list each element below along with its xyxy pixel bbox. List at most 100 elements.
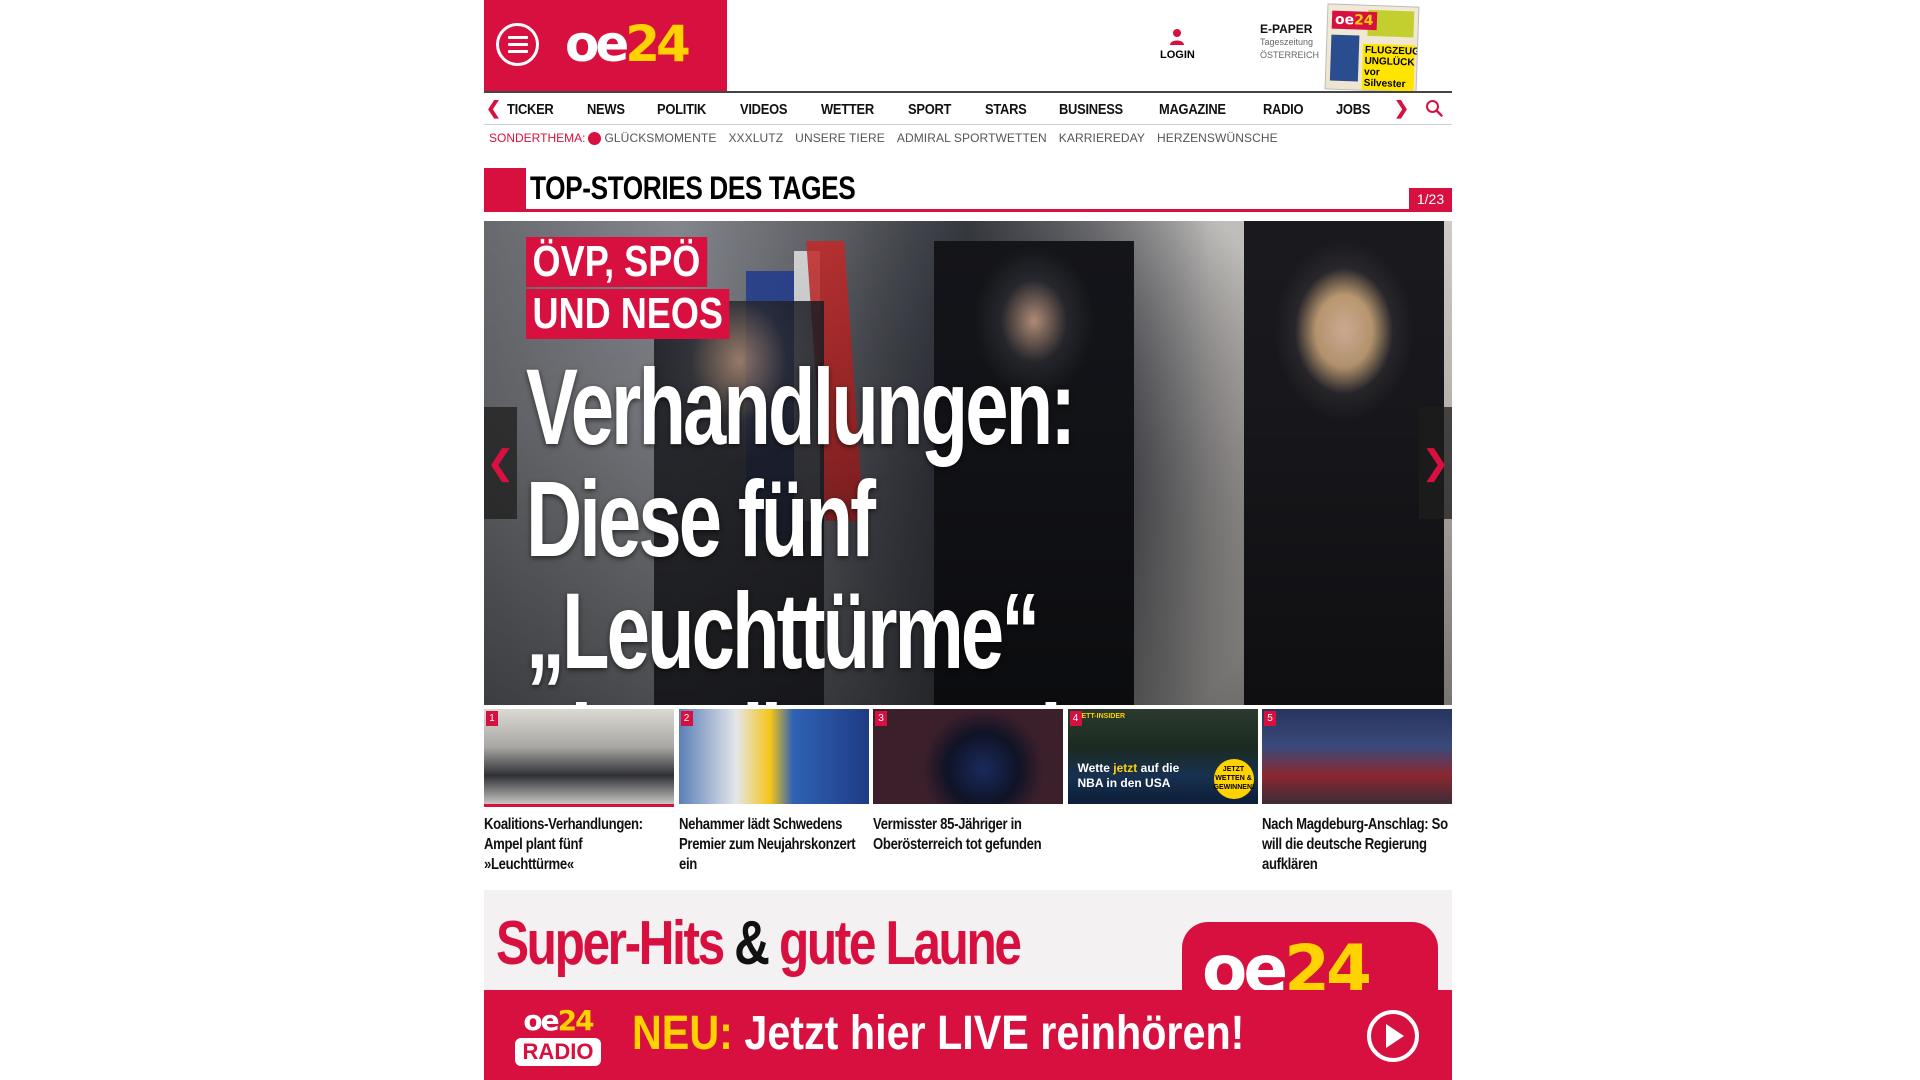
special-topic-link[interactable]: ADMIRAL SPORTWETTEN (897, 131, 1047, 145)
hero-kicker: ÖVP, SPÖ UND NEOS (526, 237, 774, 341)
logo-box: oe24 (484, 0, 727, 91)
nav-item-videos[interactable]: VIDEOS (740, 101, 787, 118)
thumbnail-image: 2 (678, 709, 869, 804)
cover-image-block (1329, 34, 1360, 82)
hero-kicker-line: ÖVP, SPÖ (526, 237, 707, 287)
ad-cta-text: NEU: Jetzt hier LIVE reinhören! (632, 1006, 1244, 1061)
hero-headline-line: Diese fünf „Leuchttürme“ (526, 458, 1040, 691)
epaper-subtitle-2: ÖSTERREICH (1260, 50, 1320, 60)
special-topic-link[interactable]: XXXLUTZ (728, 131, 783, 145)
slide-counter: 1/23 (1409, 188, 1452, 210)
special-topic-link[interactable]: KARRIEREDAY (1059, 131, 1145, 145)
thumbnail-number: 1 (486, 711, 498, 726)
play-icon (1386, 1024, 1404, 1048)
nav-scroll-right-icon[interactable]: ❯ (1394, 98, 1409, 119)
thumbnail-caption: Nach Magdeburg-Anschlag: So will die deu… (1262, 816, 1448, 873)
logo-main-text: oe (565, 15, 629, 73)
search-icon[interactable] (1425, 99, 1443, 117)
epaper-cover-thumbnail[interactable]: oe24 FLUGZEUG-UNGLÜCK vor Silvester (1324, 3, 1420, 93)
site-logo[interactable]: oe24 (565, 14, 691, 74)
epaper-link[interactable]: E-PAPER Tageszeitung ÖSTERREICH (1260, 22, 1330, 62)
ad-headline: Super-Hits & gute Laune (496, 908, 1022, 979)
thumbnail-caption: Koalitions-Verhandlungen: Ampel plant fü… (484, 816, 643, 873)
ad-text-part: NBA in den USA (1077, 776, 1171, 790)
hamburger-menu-button[interactable] (496, 23, 539, 66)
page: oe24 LOGIN E-PAPER Tageszeitung ÖSTERREI… (0, 0, 1920, 1080)
radio-ad-banner[interactable]: Super-Hits & gute Laune oe24 oe24 RADIO … (484, 890, 1452, 1080)
ad-tag: ETT-INSIDER (1081, 713, 1126, 720)
special-topic-link[interactable]: HERZENSWÜNSCHE (1157, 131, 1278, 145)
ad-headline-amp: & (734, 909, 770, 978)
nav-item-politik[interactable]: POLITIK (657, 101, 706, 118)
thumbnail-number: 3 (875, 711, 887, 726)
ad-text-part: Wette (1077, 761, 1110, 775)
ad-headline-part: gute Laune (778, 909, 1022, 978)
nav-item-radio[interactable]: RADIO (1263, 101, 1304, 118)
ad-cta-bar[interactable]: oe24 RADIO NEU: Jetzt hier LIVE reinhöre… (484, 990, 1452, 1080)
radio-logo-label: RADIO (515, 1038, 601, 1066)
story-thumbnail-ad[interactable]: 4 ETT-INSIDER Wette jetzt auf die NBA in… (1067, 709, 1258, 879)
epaper-subtitle-1: Tageszeitung (1260, 37, 1314, 47)
story-thumbnail[interactable]: 1 Koalitions-Verhandlungen: Ampel plant … (484, 709, 674, 879)
nav-item-magazine[interactable]: MAGAZINE (1159, 101, 1226, 118)
ad-badge: JETZT WETTEN & GEWINNEN! (1213, 759, 1254, 799)
thumbnail-image: 5 (1262, 709, 1452, 804)
lucky-clover-icon (588, 131, 602, 145)
story-thumbnail[interactable]: 5 Nach Magdeburg-Anschlag: So will die d… (1262, 709, 1452, 879)
special-topics-label: SONDERTHEMA: (489, 131, 586, 145)
ad-cta-message: Jetzt hier LIVE reinhören! (744, 1007, 1245, 1060)
radio-logo-main: oe (523, 1004, 559, 1037)
thumbnail-image: 1 (484, 709, 674, 804)
thumbnail-number: 2 (680, 711, 693, 726)
hero-headline-line: plant die Ampel jetzt (526, 687, 1217, 706)
nav-items: TICKER NEWS POLITIK VIDEOS WETTER SPORT … (507, 93, 1401, 125)
radio-logo-top: oe24 (512, 1006, 604, 1036)
site-header: oe24 LOGIN E-PAPER Tageszeitung ÖSTERREI… (484, 0, 1452, 93)
nav-scroll-left-icon[interactable]: ❮ (486, 98, 501, 119)
ad-headline-part: Super-Hits (496, 909, 725, 978)
thumbnail-number: 4 (1069, 711, 1082, 726)
cover-logo: oe24 (1331, 10, 1377, 31)
menu-line-icon (507, 50, 528, 53)
story-thumbnails: 1 Koalitions-Verhandlungen: Ampel plant … (484, 709, 1452, 879)
nav-item-jobs[interactable]: JOBS (1336, 101, 1370, 118)
section-marker (484, 168, 526, 212)
hero-headline[interactable]: Verhandlungen: Diese fünf „Leuchttürme“ … (526, 346, 1217, 706)
top-stories-header: TOP-STORIES DES TAGES 1/23 (484, 168, 1452, 212)
special-topic-link[interactable]: UNSERE TIERE (795, 131, 885, 145)
thumbnail-caption: Nehammer lädt Schwedens Premier zum Neuj… (678, 816, 856, 873)
user-icon (1170, 29, 1184, 45)
nav-item-wetter[interactable]: WETTER (821, 101, 874, 118)
thumbnail-caption: Vermisster 85-Jähriger in Oberösterreich… (873, 816, 1042, 853)
nav-item-sport[interactable]: SPORT (908, 101, 951, 118)
login-button[interactable]: LOGIN (1160, 28, 1195, 61)
ad-text-part: auf die (1140, 761, 1180, 775)
radio-logo: oe24 RADIO (512, 1006, 604, 1072)
special-topic-link[interactable]: GLÜCKSMOMENTE (604, 131, 716, 145)
hero-headline-line: Verhandlungen: (526, 346, 1076, 467)
slider-prev-button[interactable]: ❮ (484, 407, 517, 519)
active-indicator (484, 804, 674, 807)
login-label: LOGIN (1160, 49, 1195, 61)
story-thumbnail[interactable]: 2 Nehammer lädt Schwedens Premier zum Ne… (678, 709, 869, 879)
nav-item-stars[interactable]: STARS (985, 101, 1027, 118)
menu-line-icon (507, 36, 528, 39)
menu-line-icon (507, 43, 528, 46)
story-thumbnail[interactable]: 3 Vermisster 85-Jähriger in Oberösterrei… (873, 709, 1063, 879)
radio-logo-number: 24 (557, 1004, 595, 1037)
thumbnail-image: 3 (873, 709, 1063, 804)
epaper-title: E-PAPER (1260, 22, 1313, 36)
hero-slide[interactable]: ÖVP, SPÖ UND NEOS Verhandlungen: Diese f… (484, 221, 1452, 705)
nav-item-news[interactable]: NEWS (587, 101, 625, 118)
thumbnail-number: 5 (1264, 711, 1276, 726)
slider-next-button[interactable]: ❯ (1419, 407, 1452, 519)
main-container: oe24 LOGIN E-PAPER Tageszeitung ÖSTERREI… (484, 0, 1452, 1080)
nav-item-business[interactable]: BUSINESS (1059, 101, 1123, 118)
section-title: TOP-STORIES DES TAGES (530, 170, 856, 206)
logo-number-text: 24 (625, 15, 691, 73)
ad-text-highlight: jetzt (1113, 761, 1138, 775)
main-navigation: ❮ TICKER NEWS POLITIK VIDEOS WETTER SPOR… (484, 91, 1452, 125)
play-button[interactable] (1367, 1010, 1419, 1062)
nav-item-ticker[interactable]: TICKER (507, 101, 554, 118)
ad-cta-new: NEU: (632, 1007, 733, 1060)
